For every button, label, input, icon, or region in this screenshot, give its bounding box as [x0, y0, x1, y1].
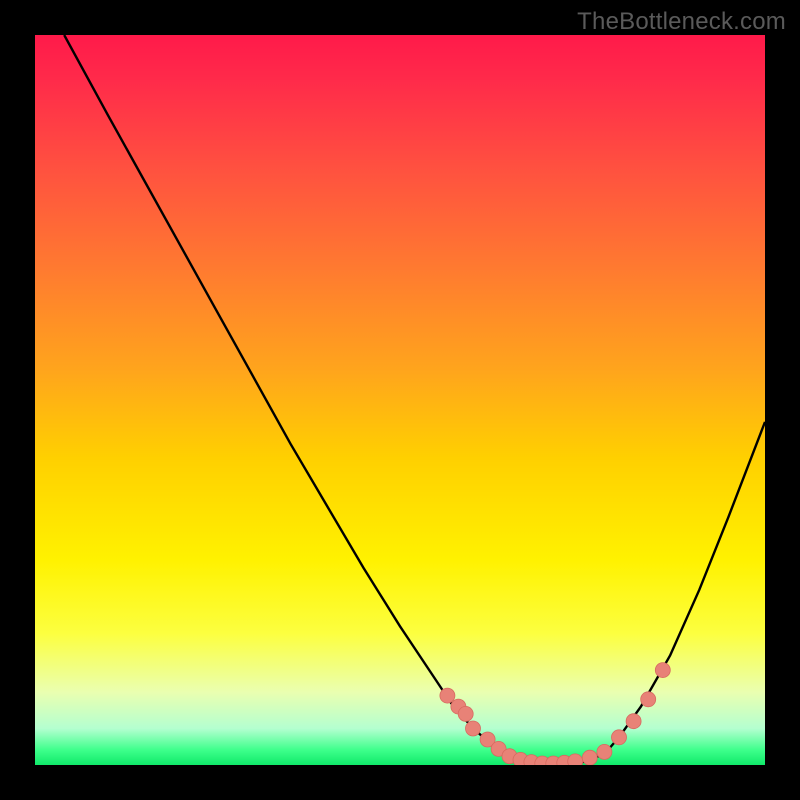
- marker-dot: [568, 754, 583, 765]
- plot-area: [35, 35, 765, 765]
- marker-dot: [466, 721, 481, 736]
- watermark-text: TheBottleneck.com: [577, 8, 786, 36]
- marker-dot: [641, 692, 656, 707]
- marker-dot: [440, 688, 455, 703]
- marker-dot: [626, 714, 641, 729]
- curve-markers: [440, 663, 670, 765]
- marker-dot: [612, 730, 627, 745]
- marker-dot: [582, 750, 597, 765]
- chart-container: TheBottleneck.com: [0, 0, 800, 800]
- marker-dot: [597, 744, 612, 759]
- bottleneck-curve: [35, 35, 765, 765]
- marker-dot: [655, 663, 670, 678]
- marker-dot: [458, 706, 473, 721]
- curve-line: [64, 35, 765, 764]
